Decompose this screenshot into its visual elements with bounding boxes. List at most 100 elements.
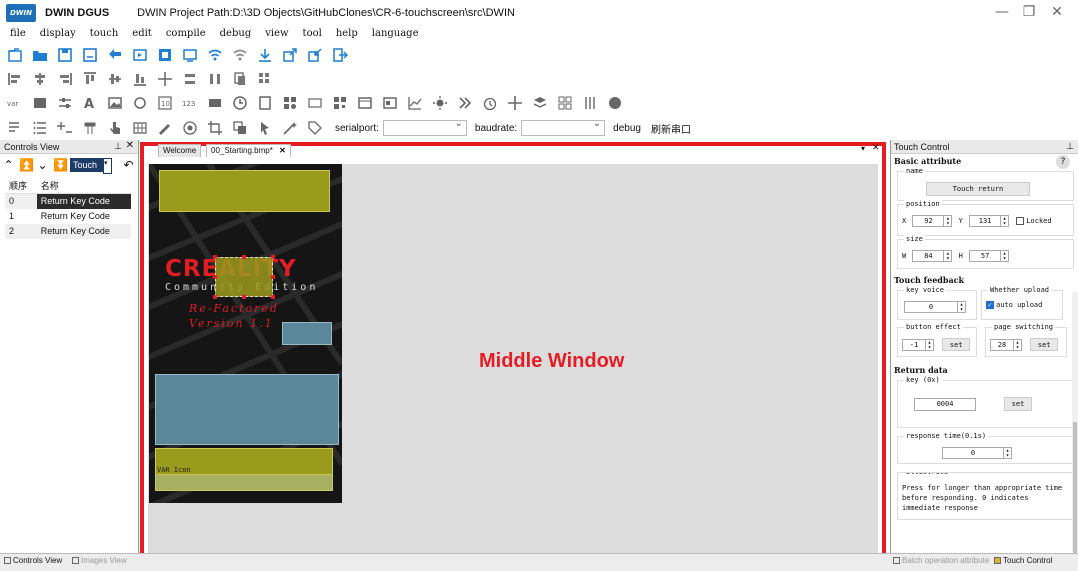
share-icon[interactable] bbox=[281, 46, 299, 64]
align-bottom-icon[interactable] bbox=[131, 70, 149, 88]
document-icon[interactable] bbox=[256, 94, 274, 112]
image-icon[interactable] bbox=[106, 94, 124, 112]
bottom-tab-touch-control[interactable]: Touch Control bbox=[994, 556, 1052, 565]
menu-touch[interactable]: touch bbox=[90, 26, 119, 42]
center-both-icon[interactable] bbox=[156, 70, 174, 88]
align-right-icon[interactable] bbox=[56, 70, 74, 88]
screen-icon[interactable] bbox=[181, 46, 199, 64]
menu-language[interactable]: language bbox=[372, 26, 419, 42]
align-left-icon[interactable] bbox=[6, 70, 24, 88]
resize-handle[interactable] bbox=[271, 275, 275, 279]
copy-icon[interactable] bbox=[231, 119, 249, 137]
pin-icon[interactable]: ⊥ bbox=[1066, 141, 1074, 152]
align-middle-icon[interactable] bbox=[106, 70, 124, 88]
slider-icon[interactable] bbox=[56, 94, 74, 112]
close-button[interactable]: ✕ bbox=[1048, 4, 1066, 20]
menu-display[interactable]: display bbox=[40, 26, 76, 42]
brightness-icon[interactable] bbox=[431, 94, 449, 112]
open-folder-icon[interactable] bbox=[31, 46, 49, 64]
pin-icon[interactable]: ⊥ bbox=[114, 141, 122, 152]
resize-handle[interactable] bbox=[271, 255, 275, 259]
move-up-icon[interactable]: ⌃ bbox=[2, 158, 15, 172]
bottom-tab-controls-view[interactable]: Controls View bbox=[4, 556, 62, 565]
number-box-icon[interactable]: 10 bbox=[156, 94, 174, 112]
crop-icon[interactable] bbox=[206, 119, 224, 137]
move-top-icon[interactable]: ⏫ bbox=[19, 158, 34, 172]
curve-chart-icon[interactable] bbox=[406, 94, 424, 112]
resize-handle[interactable] bbox=[242, 295, 246, 299]
key-set-button[interactable]: set bbox=[1004, 397, 1032, 411]
preview-icon[interactable] bbox=[131, 46, 149, 64]
maximize-button[interactable]: ❐ bbox=[1020, 4, 1038, 20]
grid-icon[interactable] bbox=[256, 70, 274, 88]
list-icon[interactable] bbox=[31, 119, 49, 137]
download-icon[interactable] bbox=[256, 46, 274, 64]
var-icon[interactable]: var bbox=[6, 94, 24, 112]
locked-checkbox[interactable] bbox=[1016, 217, 1025, 225]
response-time-spin-icon[interactable]: ▴ ▾ bbox=[1003, 448, 1011, 459]
distribute-vertical-icon[interactable] bbox=[181, 70, 199, 88]
align-center-icon[interactable] bbox=[31, 70, 49, 88]
grid-keyboard-icon[interactable] bbox=[131, 119, 149, 137]
wifi-icon[interactable] bbox=[206, 46, 224, 64]
back-arrow-icon[interactable]: ↶ bbox=[122, 158, 135, 172]
same-size-icon[interactable] bbox=[231, 70, 249, 88]
blue-area-small[interactable] bbox=[282, 322, 332, 345]
page-switching-set-button[interactable]: set bbox=[1030, 338, 1059, 351]
window-icon[interactable] bbox=[356, 94, 374, 112]
blue-area-large[interactable] bbox=[155, 374, 339, 445]
counter-icon[interactable] bbox=[306, 94, 324, 112]
card-icon[interactable] bbox=[381, 94, 399, 112]
add-minus-icon[interactable] bbox=[56, 119, 74, 137]
rotate-icon[interactable] bbox=[131, 94, 149, 112]
control-type-select[interactable]: Touch bbox=[70, 158, 112, 174]
refresh-port-button[interactable]: 刷新串口 bbox=[651, 121, 691, 136]
name-value[interactable]: Touch return bbox=[926, 182, 1030, 196]
menu-edit[interactable]: edit bbox=[132, 26, 152, 42]
right-scrollbar[interactable] bbox=[1072, 292, 1078, 553]
h-input[interactable]: 57 ▴ ▾ bbox=[969, 250, 1010, 262]
response-time-input[interactable]: 0 ▴ ▾ bbox=[942, 447, 1012, 459]
keyboard-icon[interactable] bbox=[206, 94, 224, 112]
page-switching-input[interactable]: 28 ▴ ▾ bbox=[990, 338, 1022, 351]
equalizer-icon[interactable] bbox=[581, 94, 599, 112]
wifi-off-icon[interactable] bbox=[231, 46, 249, 64]
menu-file[interactable]: file bbox=[10, 26, 26, 42]
h-spin-icon[interactable]: ▴ ▾ bbox=[1000, 251, 1008, 262]
matrix-icon[interactable] bbox=[556, 94, 574, 112]
text-icon[interactable]: A bbox=[81, 94, 99, 112]
w-spin-icon[interactable]: ▴ ▾ bbox=[943, 251, 951, 262]
pointer-icon[interactable] bbox=[256, 119, 274, 137]
auto-upload-checkbox[interactable]: ✓ bbox=[986, 301, 994, 309]
key-voice-spin-icon[interactable]: ▴ ▾ bbox=[957, 302, 965, 313]
numeric-icon[interactable]: 123 bbox=[181, 94, 199, 112]
move-bottom-icon[interactable]: ⏬ bbox=[53, 158, 68, 172]
x-input[interactable]: 92 ▴ ▾ bbox=[912, 215, 953, 227]
resize-handle[interactable] bbox=[213, 295, 217, 299]
key-voice-input[interactable]: 0 ▴ ▾ bbox=[904, 301, 966, 313]
save-as-icon[interactable] bbox=[81, 46, 99, 64]
scroll-thumb[interactable] bbox=[1073, 422, 1077, 553]
timer-icon[interactable] bbox=[481, 94, 499, 112]
col-order[interactable]: 顺序 bbox=[5, 178, 37, 194]
edit-list-icon[interactable] bbox=[6, 119, 24, 137]
y-input[interactable]: 131 ▴ ▾ bbox=[969, 215, 1010, 227]
resize-handle[interactable] bbox=[271, 295, 275, 299]
y-spin-icon[interactable]: ▴ ▾ bbox=[1000, 216, 1008, 227]
modules-icon[interactable] bbox=[281, 94, 299, 112]
bottom-tab-batch[interactable]: Batch operation attribute bbox=[893, 556, 989, 565]
yellow-area-top[interactable] bbox=[159, 170, 330, 212]
new-project-icon[interactable] bbox=[6, 46, 24, 64]
save-icon[interactable] bbox=[56, 46, 74, 64]
menu-tool[interactable]: tool bbox=[303, 26, 322, 42]
fast-forward-icon[interactable] bbox=[456, 94, 474, 112]
resize-handle[interactable] bbox=[213, 275, 217, 279]
tag-icon[interactable] bbox=[306, 119, 324, 137]
serialport-select[interactable] bbox=[382, 118, 467, 136]
tab-list-icon[interactable]: ▾ bbox=[861, 144, 865, 153]
baudrate-select[interactable] bbox=[521, 118, 606, 136]
align-top-icon[interactable] bbox=[81, 70, 99, 88]
col-name[interactable]: 名称 bbox=[36, 178, 131, 194]
undo-icon[interactable] bbox=[106, 46, 124, 64]
bottom-tab-images-view[interactable]: Images View bbox=[72, 556, 127, 565]
